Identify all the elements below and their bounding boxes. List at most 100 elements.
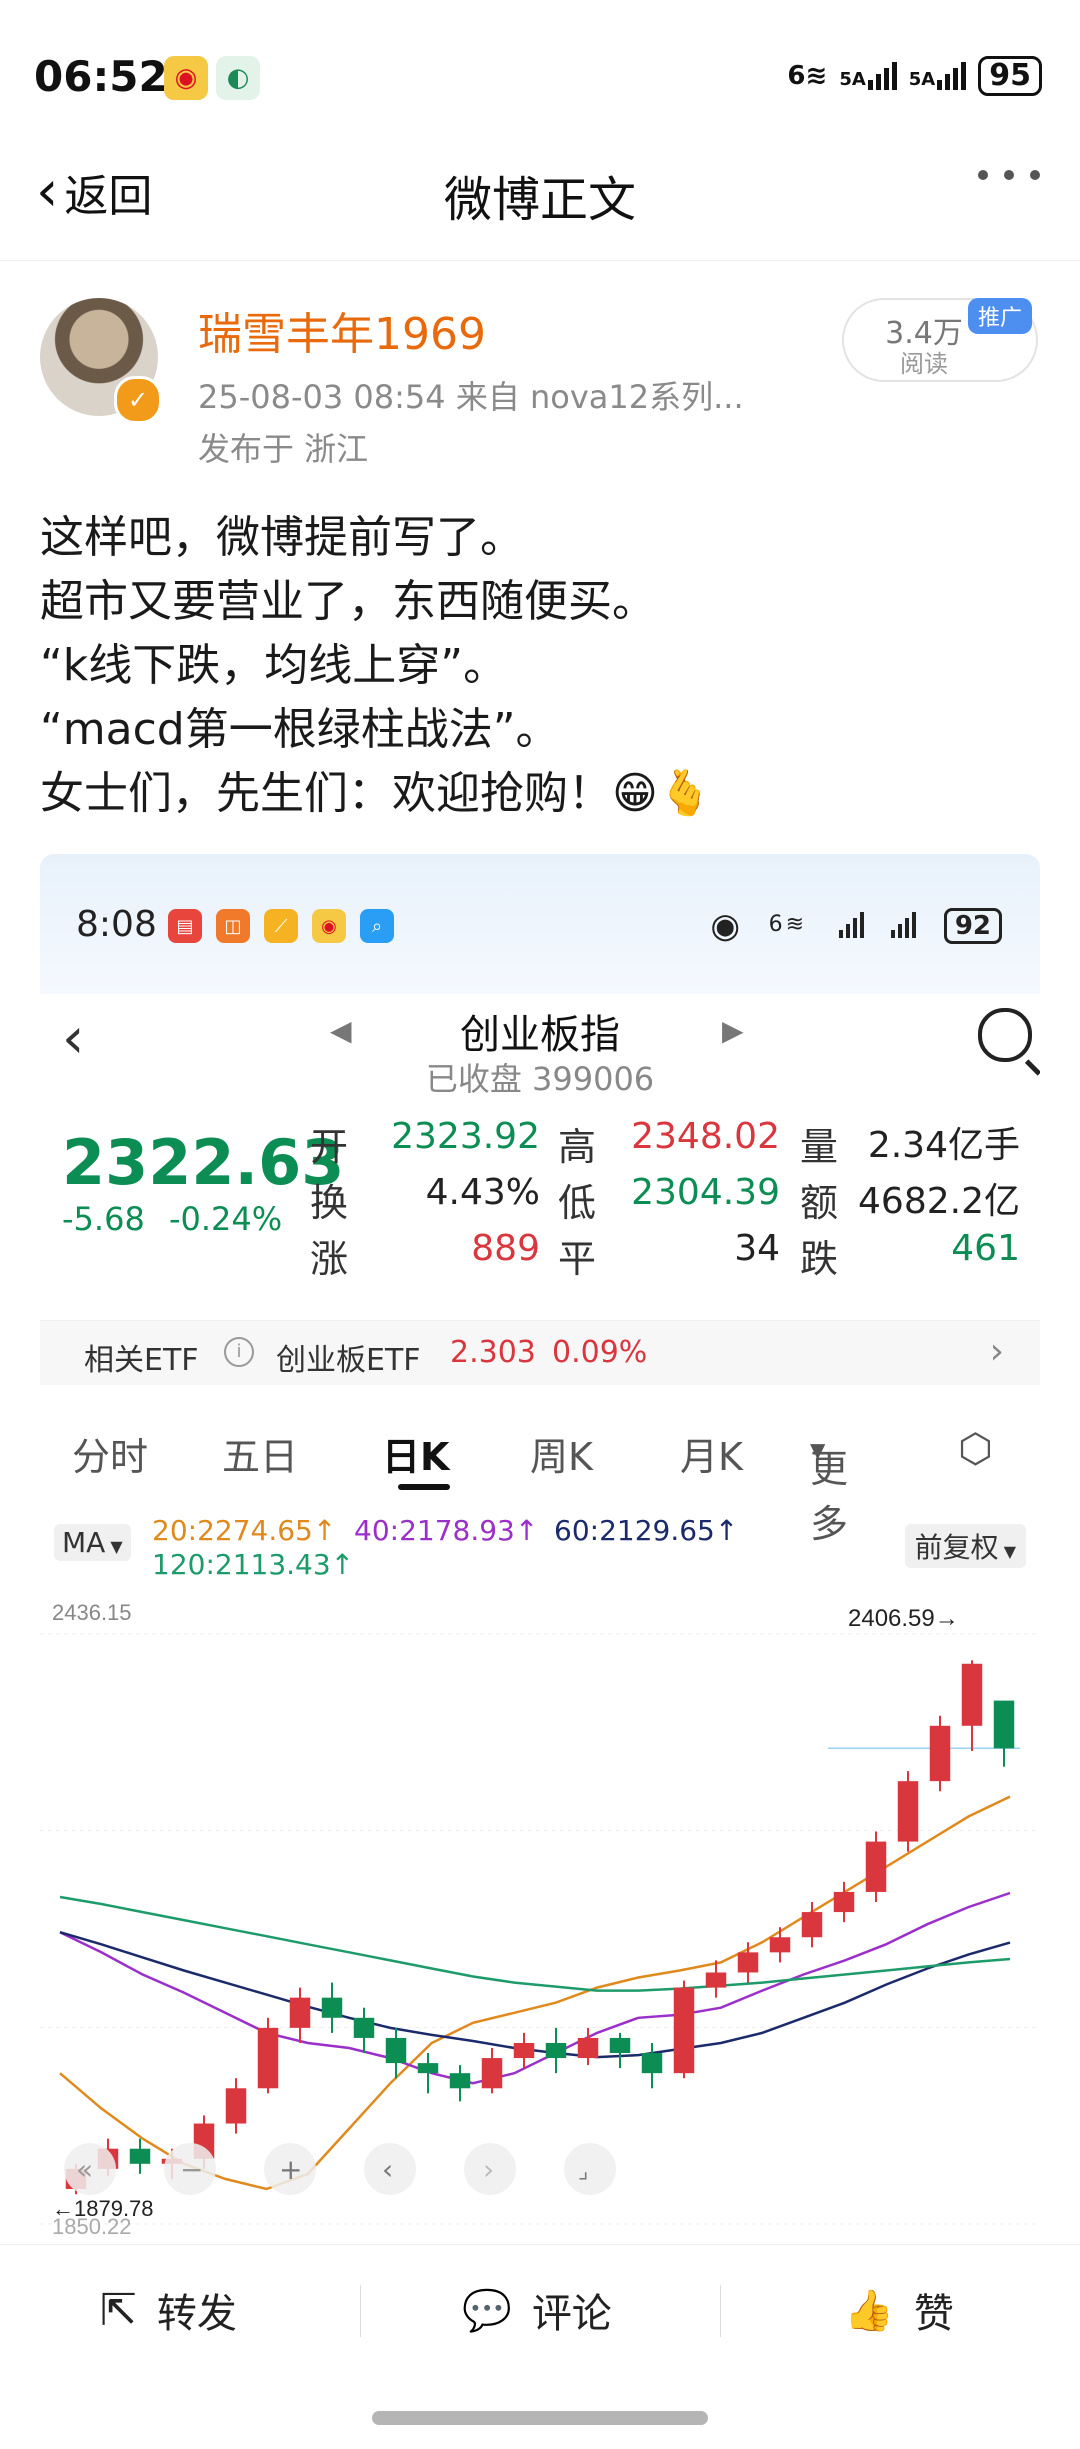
post-text: 这样吧，微博提前写了。 超市又要营业了，东西随便买。 “k线下跌，均线上穿”。 …: [40, 506, 713, 826]
post-line: “macd第一根绿柱战法”。: [40, 704, 560, 755]
signal-icon-2: 5A: [909, 62, 967, 90]
info-icon[interactable]: i: [224, 1337, 254, 1367]
search-icon[interactable]: [978, 1008, 1032, 1062]
unchanged-value: 34: [734, 1228, 780, 1269]
svg-text:‹: ‹: [382, 2153, 393, 2186]
divider: [360, 2285, 361, 2337]
active-tab-underline: [398, 1484, 450, 1490]
ma-line-40: [59, 1891, 1011, 2085]
browser-app-icon: ◐: [216, 56, 260, 100]
wifi-icon: 6≋: [768, 912, 804, 937]
status-time: 06:52: [34, 52, 168, 101]
tab-weekly-k[interactable]: 周K: [530, 1426, 593, 1481]
read-label: 阅读: [900, 350, 948, 378]
candle: [225, 2078, 247, 2134]
kline-chart[interactable]: 2436.15 2406.59→ 1850.22 ←1879.78 « − + …: [40, 1584, 1040, 2244]
candle: [353, 2007, 375, 2054]
chart-tabs: 分时 五日 日K 周K 月K 更多 ▼ ⬡: [72, 1426, 993, 1546]
index-code: 已收盘 399006: [425, 1060, 655, 1098]
tab-daily-k[interactable]: 日K: [382, 1426, 449, 1481]
tab-monthly-k[interactable]: 月K: [680, 1426, 743, 1481]
price-change: -5.68 -0.24%: [62, 1200, 283, 1238]
share-icon: ⇱: [100, 2284, 137, 2336]
weibo-app-icon: ◉: [164, 56, 208, 100]
axis-top-label: 2436.15: [52, 1600, 132, 1625]
weibo-app-icon: ◉: [312, 909, 346, 943]
related-etf-row[interactable]: 相关ETF i 创业板ETF 2.303 0.09% ›: [40, 1320, 1040, 1385]
etf-pct: 0.09%: [552, 1335, 648, 1370]
high-marker-label: 2406.59→: [848, 1605, 959, 1632]
ma40-value: 40:2178.93↑: [354, 1514, 539, 1547]
current-price: 2322.63: [62, 1126, 345, 1199]
svg-text:−: −: [180, 2153, 203, 2186]
step-right-icon[interactable]: ›: [464, 2143, 516, 2195]
ma20-value: 20:2274.65↑: [152, 1514, 337, 1547]
tab-five-day[interactable]: 五日: [222, 1426, 298, 1481]
post-meta: 25-08-03 08:54 来自 nova12系列...: [198, 378, 744, 416]
signal-icon: 5A: [839, 62, 897, 90]
step-left-icon[interactable]: ‹: [364, 2143, 416, 2195]
fullscreen-icon[interactable]: ⌟: [564, 2143, 616, 2195]
ma-selector[interactable]: MA ▼: [54, 1524, 131, 1561]
candle: [129, 2138, 151, 2174]
more-options-icon[interactable]: [978, 170, 1040, 180]
caret-down-icon: ▼: [810, 1438, 826, 1462]
like-label: 赞: [913, 2291, 954, 2337]
settings-icon[interactable]: ⬡: [958, 1426, 993, 1472]
svg-text:+: +: [279, 2153, 302, 2186]
etf-price: 2.303: [450, 1335, 536, 1370]
zoom-in-icon[interactable]: +: [264, 2143, 316, 2195]
post-location: 发布于 浙江: [198, 430, 369, 468]
page-title: 微博正文: [443, 172, 636, 228]
post-line: 超市又要营业了，东西随便买。: [40, 576, 656, 627]
ma60-value: 60:2129.65↑: [554, 1514, 739, 1547]
next-index-icon[interactable]: ▶: [722, 1014, 744, 1047]
svg-text:«: «: [76, 2153, 93, 2186]
svg-text:›: ›: [483, 2153, 494, 2186]
battery-indicator: 95: [978, 56, 1042, 96]
etf-name: 创业板ETF: [276, 1343, 421, 1378]
repost-label: 转发: [156, 2291, 237, 2337]
tab-intraday[interactable]: 分时: [72, 1426, 148, 1481]
post-line: 女士们，先生们：欢迎抢购！😁🫰: [40, 768, 713, 819]
author-name[interactable]: 瑞雪丰年1969: [198, 298, 486, 362]
fast-backward-icon[interactable]: «: [64, 2143, 116, 2195]
candle: [641, 2042, 663, 2089]
candle: [289, 1987, 311, 2043]
candle: [321, 1982, 343, 2033]
amount-value: 4682.2亿: [858, 1181, 1020, 1222]
status-icons: 6≋ 5A 5A 95: [787, 56, 1042, 96]
index-name: 创业板指: [460, 1012, 620, 1058]
post-line: 这样吧，微博提前写了。: [40, 512, 524, 563]
app-icon: ◫: [216, 909, 250, 943]
comment-button[interactable]: 💬 评论: [462, 2245, 612, 2375]
ma-legend: MA ▼ 20:2274.65↑ 40:2178.93↑ 60:2129.65↑…: [40, 1514, 1040, 1594]
turnover-value: 4.43%: [425, 1172, 540, 1213]
candle: [897, 1771, 919, 1852]
zoom-out-icon[interactable]: −: [164, 2143, 216, 2195]
candle: [481, 2048, 503, 2094]
candle: [769, 1927, 791, 1963]
eye-icon: ◉: [710, 906, 740, 946]
candle: [673, 1980, 695, 2079]
adjust-selector[interactable]: 前复权 ▼: [904, 1524, 1026, 1568]
app-icon: ⟋: [264, 909, 298, 943]
divider: [720, 2285, 721, 2337]
open-value: 2323.92: [391, 1116, 540, 1157]
comment-icon: 💬: [462, 2287, 512, 2334]
repost-button[interactable]: ⇱ 转发: [100, 2245, 237, 2375]
wifi-icon: 6≋: [787, 61, 828, 91]
signal-icon: [839, 912, 864, 938]
post-line: “k线下跌，均线上穿”。: [40, 640, 508, 691]
candle: [513, 2032, 535, 2069]
app-icon: ▤: [168, 909, 202, 943]
post-image[interactable]: 8:08 ▤ ◫ ⟋ ◉ ⌕ ◉ 6 ≋ 92 ‹ ◀ 创业板指 ▶ 已收盘 39…: [40, 854, 1040, 2244]
svg-text:⌟: ⌟: [578, 2159, 588, 2184]
candle: [257, 2017, 279, 2094]
candle: [993, 1700, 1015, 1767]
search-app-icon: ⌕: [360, 909, 394, 943]
high-value: 2348.02: [631, 1116, 780, 1157]
like-button[interactable]: 👍 赞: [844, 2245, 954, 2375]
embed-status-time: 8:08: [76, 904, 157, 945]
chevron-right-icon: ›: [989, 1331, 1004, 1372]
